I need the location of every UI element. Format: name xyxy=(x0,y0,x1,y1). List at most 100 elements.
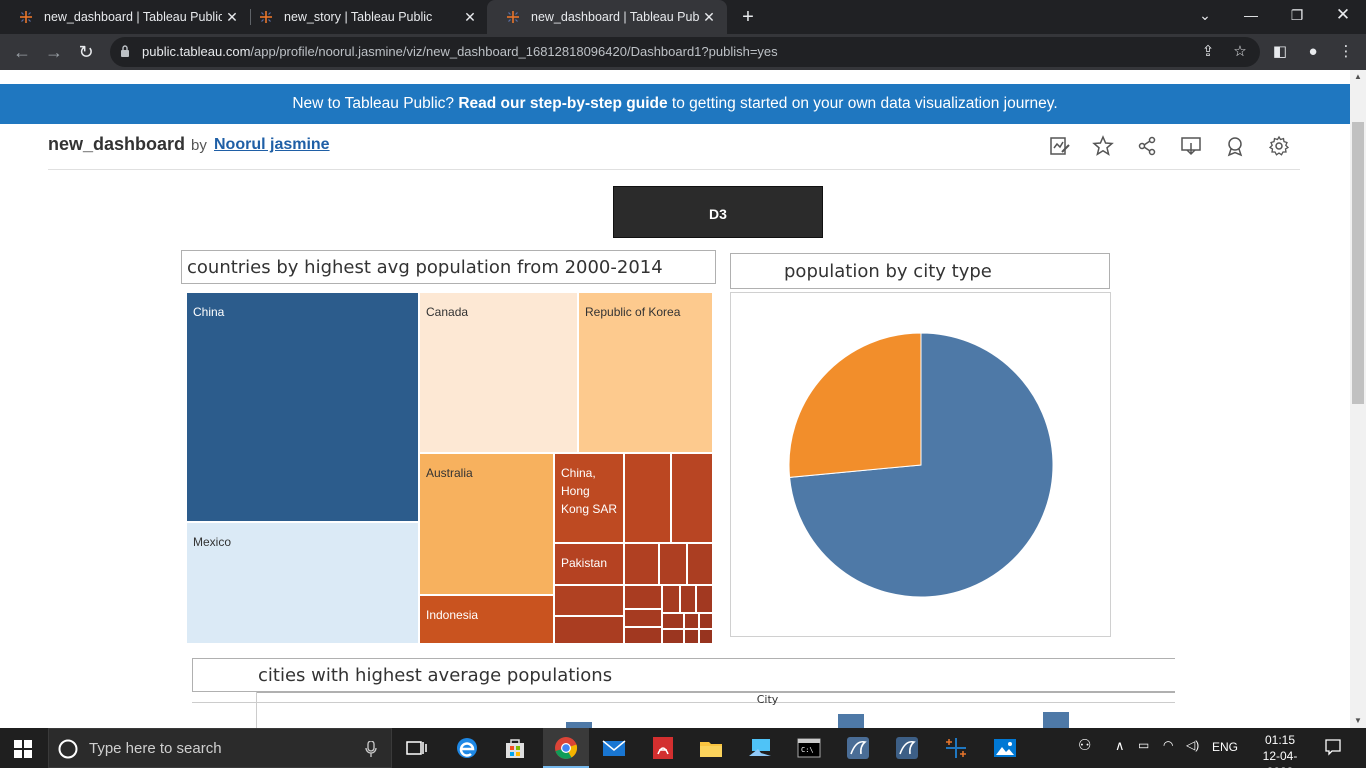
treemap-cell-indonesia[interactable]: Indonesia xyxy=(419,595,554,644)
tray-chevron-up-icon[interactable]: ∧ xyxy=(1115,738,1125,754)
treemap-cell[interactable] xyxy=(671,453,713,543)
taskbar-clock[interactable]: 01:15 12-04-2023 xyxy=(1254,732,1306,780)
tab-title: new_dashboard | Tableau Public xyxy=(44,10,222,24)
mysql-workbench-icon[interactable] xyxy=(844,734,872,762)
page-scrollbar[interactable]: ▲ ▼ xyxy=(1350,70,1366,728)
treemap-cell-china[interactable]: China xyxy=(186,292,419,522)
edge-browser-icon[interactable] xyxy=(453,734,481,762)
remote-desktop-icon[interactable] xyxy=(746,734,774,762)
share-page-icon[interactable]: ⇪ xyxy=(1194,38,1222,66)
battery-icon[interactable]: ▭ xyxy=(1138,738,1149,752)
treemap-cell[interactable] xyxy=(554,585,624,616)
taskbar-search-box[interactable]: Type here to search xyxy=(48,728,392,768)
bookmark-star-icon[interactable]: ☆ xyxy=(1226,38,1254,66)
city-bar[interactable] xyxy=(838,714,864,728)
restore-button[interactable]: ❐ xyxy=(1274,0,1320,34)
download-icon[interactable] xyxy=(1179,134,1203,158)
notification-icon[interactable] xyxy=(1324,738,1342,756)
treemap-cell[interactable] xyxy=(624,543,659,585)
forward-arrow-icon[interactable]: → xyxy=(40,38,68,66)
svg-text:C:\: C:\ xyxy=(801,746,814,754)
close-tab-icon[interactable]: ✕ xyxy=(222,9,242,26)
photos-icon[interactable] xyxy=(991,734,1019,762)
minimize-button[interactable]: — xyxy=(1228,0,1274,34)
store-icon[interactable] xyxy=(501,734,529,762)
tableau-favicon-icon xyxy=(505,9,521,25)
terminal-icon[interactable]: C:\ xyxy=(795,734,823,762)
feature-badge-icon[interactable] xyxy=(1223,134,1247,158)
microphone-icon[interactable] xyxy=(365,741,377,757)
treemap-cell[interactable] xyxy=(624,453,671,543)
treemap-cell[interactable] xyxy=(680,585,696,613)
profile-avatar-icon[interactable]: ● xyxy=(1299,38,1327,66)
treemap-cell[interactable] xyxy=(699,629,713,644)
language-indicator[interactable]: ENG xyxy=(1212,740,1238,754)
scroll-up-arrow-icon[interactable]: ▲ xyxy=(1350,70,1366,84)
new-tab-button[interactable]: + xyxy=(737,4,759,30)
city-bar[interactable] xyxy=(1043,712,1069,728)
mysql-workbench-icon-2[interactable] xyxy=(893,734,921,762)
tab-1[interactable]: new_dashboard | Tableau Public ✕ xyxy=(0,0,250,34)
windows-taskbar: Type here to search C:\ ⚇ ∧ ▭ ◠ ◁) ENG 0… xyxy=(0,728,1366,779)
close-tab-icon[interactable]: ✕ xyxy=(699,9,719,26)
file-explorer-icon[interactable] xyxy=(697,734,725,762)
treemap-cell-pakistan[interactable]: Pakistan xyxy=(554,543,624,585)
wifi-icon[interactable]: ◠ xyxy=(1163,738,1173,752)
city-header: City xyxy=(756,693,779,706)
browser-menu-icon[interactable]: ⋮ xyxy=(1332,38,1360,66)
treemap-label: Australia xyxy=(426,466,473,480)
treemap-cell-canada[interactable]: Canada xyxy=(419,292,578,453)
treemap-cell[interactable] xyxy=(662,585,680,613)
people-icon[interactable]: ⚇ xyxy=(1078,736,1091,754)
volume-icon[interactable]: ◁) xyxy=(1186,738,1199,752)
treemap-label: China xyxy=(193,305,225,319)
treemap-label: China, Hong Kong SAR xyxy=(561,466,618,516)
treemap-cell[interactable] xyxy=(662,613,684,629)
viz-author-link[interactable]: Noorul jasmine xyxy=(214,136,330,154)
back-arrow-icon[interactable]: ← xyxy=(8,38,36,66)
treemap-cell[interactable] xyxy=(687,543,713,585)
tab-3-active[interactable]: new_dashboard | Tableau Public ✕ xyxy=(487,0,727,34)
treemap-cell[interactable] xyxy=(624,627,662,644)
windows-start-icon[interactable] xyxy=(14,740,32,758)
treemap-cell[interactable] xyxy=(659,543,687,585)
close-window-button[interactable]: ✕ xyxy=(1320,0,1366,34)
treemap-cell-hong-kong[interactable]: China, Hong Kong SAR xyxy=(554,453,624,543)
treemap-cell[interactable] xyxy=(699,613,713,629)
edit-viz-icon[interactable] xyxy=(1048,134,1072,158)
treemap-cell[interactable] xyxy=(624,585,662,609)
tab-search-chevron-icon[interactable]: ⌄ xyxy=(1182,0,1228,34)
browser-tab-strip: new_dashboard | Tableau Public ✕ new_sto… xyxy=(0,0,1366,34)
pie-chart-container xyxy=(730,292,1111,637)
tab-title: new_dashboard | Tableau Public xyxy=(531,10,699,24)
acrobat-icon[interactable] xyxy=(649,734,677,762)
treemap-cell-republic-of-korea[interactable]: Republic of Korea xyxy=(578,292,713,453)
treemap-cell[interactable] xyxy=(696,585,713,613)
task-view-icon[interactable] xyxy=(402,734,430,762)
url-text: public.tableau.com/app/profile/noorul.ja… xyxy=(142,44,778,59)
favorite-star-icon[interactable] xyxy=(1091,134,1115,158)
d3-button[interactable]: D3 xyxy=(613,186,823,238)
treemap-cell[interactable] xyxy=(624,609,662,627)
treemap-cell[interactable] xyxy=(684,629,699,644)
chrome-taskbar-active[interactable] xyxy=(543,728,589,768)
mail-icon[interactable] xyxy=(600,734,628,762)
settings-gear-icon[interactable] xyxy=(1267,134,1291,158)
treemap-cell-mexico[interactable]: Mexico xyxy=(186,522,419,644)
address-bar[interactable]: public.tableau.com/app/profile/noorul.ja… xyxy=(110,37,1260,67)
pie-slice-1[interactable] xyxy=(788,332,922,478)
reload-icon[interactable]: ↻ xyxy=(72,38,100,66)
clock-date: 12-04-2023 xyxy=(1262,749,1298,779)
share-icon[interactable] xyxy=(1135,134,1159,158)
treemap-cell-australia[interactable]: Australia xyxy=(419,453,554,595)
side-panel-icon[interactable]: ◧ xyxy=(1266,38,1294,66)
tableau-app-icon[interactable] xyxy=(942,734,970,762)
scroll-down-arrow-icon[interactable]: ▼ xyxy=(1350,714,1366,728)
tab-2[interactable]: new_story | Tableau Public ✕ xyxy=(240,0,488,34)
treemap-cell[interactable] xyxy=(662,629,684,644)
scroll-thumb[interactable] xyxy=(1352,122,1364,404)
banner-guide-link[interactable]: Read our step-by-step guide xyxy=(458,95,667,112)
close-tab-icon[interactable]: ✕ xyxy=(460,9,480,26)
treemap-cell[interactable] xyxy=(554,616,624,644)
treemap-cell[interactable] xyxy=(684,613,699,629)
